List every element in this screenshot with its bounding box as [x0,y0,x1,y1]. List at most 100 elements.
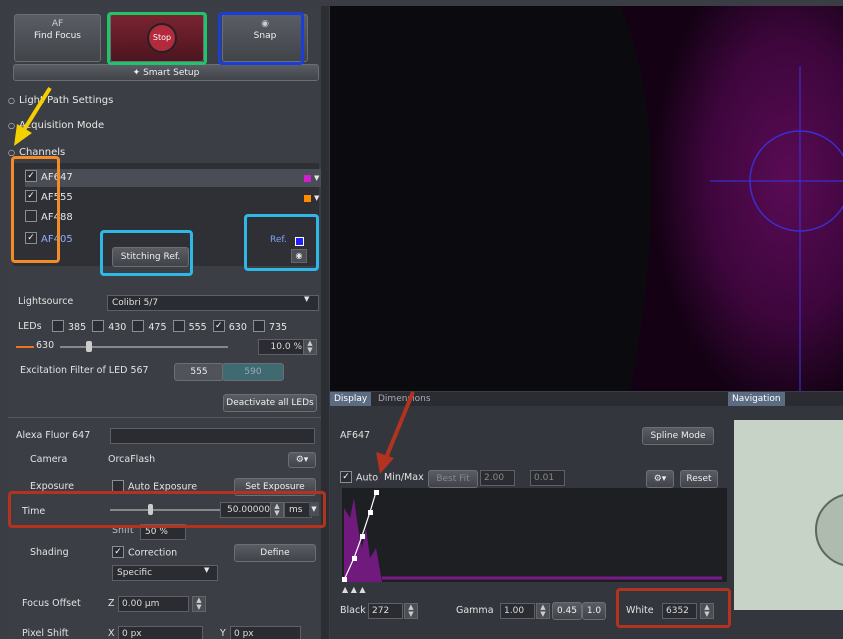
color-swatch[interactable] [295,237,304,246]
channel-row-af647[interactable]: ✓ AF647 ▼ [25,169,321,187]
lightsource-label: Lightsource [18,296,74,307]
filter-590-button[interactable]: 590 [222,363,284,381]
stepper-icon[interactable]: ▲ ▼ [536,603,550,619]
gamma-field[interactable]: 1.00 [500,603,535,619]
wand-icon: ✦ [132,68,144,78]
gamma-045-button[interactable]: 0.45 [552,602,582,620]
lightsource-select[interactable]: Colibri 5/7 [107,295,319,311]
smart-setup-button[interactable]: ✦ Smart Setup [13,64,319,81]
led-checkbox-430[interactable]: 430 [92,320,126,333]
tab-dimensions[interactable]: Dimensions [374,392,435,406]
minmax-option[interactable]: Min/Max [384,472,424,483]
led-color-bar [16,346,34,348]
panel-splitter[interactable] [321,6,329,639]
display-panel: Display Dimensions AF647 Spline Mode ✓ Au… [330,392,728,639]
expand-arrow-icon: ○ [8,121,15,130]
exposure-label: Exposure [30,481,74,492]
gamma-10-button[interactable]: 1.0 [582,602,606,620]
left-panel: AF Find Focus Stop ◉ Snap ✦ Smart Setup … [8,6,321,639]
stepper-icon[interactable]: ▲ ▼ [270,502,284,518]
microscope-image [620,6,843,391]
navigation-overview[interactable] [734,420,843,610]
camera-icon[interactable]: ◉ [291,249,307,263]
channel-checkbox[interactable]: ✓ [25,232,37,244]
dye-name: Alexa Fluor 647 [16,430,91,441]
tab-display[interactable]: Display [330,392,372,406]
chevron-down-icon[interactable]: ▼ [314,189,319,207]
stop-button[interactable]: Stop [110,14,204,62]
black-label: Black [340,605,366,616]
pixel-shift-label: Pixel Shift [22,628,69,639]
led-checkbox-385[interactable]: 385 [52,320,86,333]
ref-label: Ref. [270,235,287,245]
color-swatch[interactable] [304,175,311,182]
shift-label: Shift [112,525,134,536]
led-checkbox-475[interactable]: 475 [132,320,167,333]
intensity-field[interactable]: 10.0 % [258,339,306,355]
stepper-icon[interactable]: ▲ ▼ [700,603,714,619]
pixel-shift-x-field[interactable]: 0 px [118,626,203,639]
channel-row-af555[interactable]: ✓ AF555 ▼ [25,189,321,207]
histogram-markers[interactable]: ▲ ▲ ▲ [342,585,366,594]
best-fit-button[interactable]: Best Fit [428,470,478,488]
auto-exposure-checkbox[interactable]: Auto Exposure [112,480,197,493]
dye-name-field[interactable] [110,428,315,444]
chevron-down-icon[interactable]: ▼ [304,295,309,303]
filter-555-button[interactable]: 555 [174,363,224,381]
histogram[interactable] [342,488,727,582]
bestfit-value-2[interactable]: 0.01 [530,470,565,486]
led-checkbox-630[interactable]: ✓ 630 [212,320,247,333]
camera-settings-dropdown[interactable]: ⚙▾ [288,452,316,468]
slider-label: 630 [36,340,55,351]
auto-checkbox[interactable]: ✓ Auto [340,471,378,484]
reset-button[interactable]: Reset [680,470,718,488]
time-unit-select[interactable]: ms [284,502,312,518]
image-view[interactable] [330,6,843,391]
set-exposure-button[interactable]: Set Exposure [234,478,316,496]
shading-mode-select[interactable]: Specific [112,565,218,581]
channel-checkbox[interactable]: ✓ [25,190,37,202]
slider-handle[interactable] [86,341,92,352]
pixel-shift-y-field[interactable]: 0 px [230,626,301,639]
time-label: Time [22,506,46,517]
chevron-down-icon[interactable]: ▼ [314,169,319,187]
px-y-label: Y [220,628,226,639]
intensity-slider[interactable] [60,341,228,352]
settings-dropdown[interactable]: ⚙▾ [646,470,674,488]
white-field[interactable]: 6352 [662,603,697,619]
stepper-icon[interactable]: ▲ ▼ [404,603,418,619]
shift-select[interactable]: 50 % [140,524,186,540]
color-swatch[interactable] [304,195,311,202]
navigation-panel: Navigation [728,392,843,639]
find-focus-button[interactable]: AF Find Focus [14,14,101,62]
leds-label: LEDs [18,321,42,332]
time-field[interactable]: 50.00000 [220,502,274,518]
bestfit-value-1[interactable]: 2.00 [480,470,515,486]
camera-icon: ◉ [261,19,269,29]
define-button[interactable]: Define [234,544,316,562]
led-checkbox-735[interactable]: 735 [252,320,287,333]
tab-navigation[interactable]: Navigation [728,392,785,406]
stepper-icon[interactable]: ▲ ▼ [192,596,206,612]
focus-z-label: Z [108,598,115,609]
section-light-path[interactable]: ○ Light Path Settings [8,95,113,106]
correction-checkbox[interactable]: ✓ Correction [112,546,177,559]
stepper-icon[interactable]: ▲ ▼ [303,339,317,355]
gear-icon: ⚙▾ [653,474,667,484]
channel-checkbox[interactable] [25,210,37,222]
led-checkbox-555[interactable]: 555 [172,320,207,333]
spline-mode-button[interactable]: Spline Mode [642,427,714,445]
snap-button[interactable]: ◉ Snap [222,14,308,62]
time-slider[interactable] [110,504,220,515]
section-channels[interactable]: ○ Channels [8,147,65,158]
channel-row-af488[interactable]: AF488 [25,209,321,227]
chevron-down-icon[interactable]: ▼ [309,502,319,516]
deactivate-leds-button[interactable]: Deactivate all LEDs [223,394,317,412]
black-field[interactable]: 272 [368,603,403,619]
stitching-ref-button[interactable]: Stitching Ref. [112,247,189,267]
focus-offset-field[interactable]: 0.00 µm [118,596,189,612]
slider-handle[interactable] [148,504,153,515]
channel-checkbox[interactable]: ✓ [25,170,37,182]
chevron-down-icon[interactable]: ▼ [204,566,209,574]
section-acquisition-mode[interactable]: ○ Acquisition Mode [8,120,104,131]
